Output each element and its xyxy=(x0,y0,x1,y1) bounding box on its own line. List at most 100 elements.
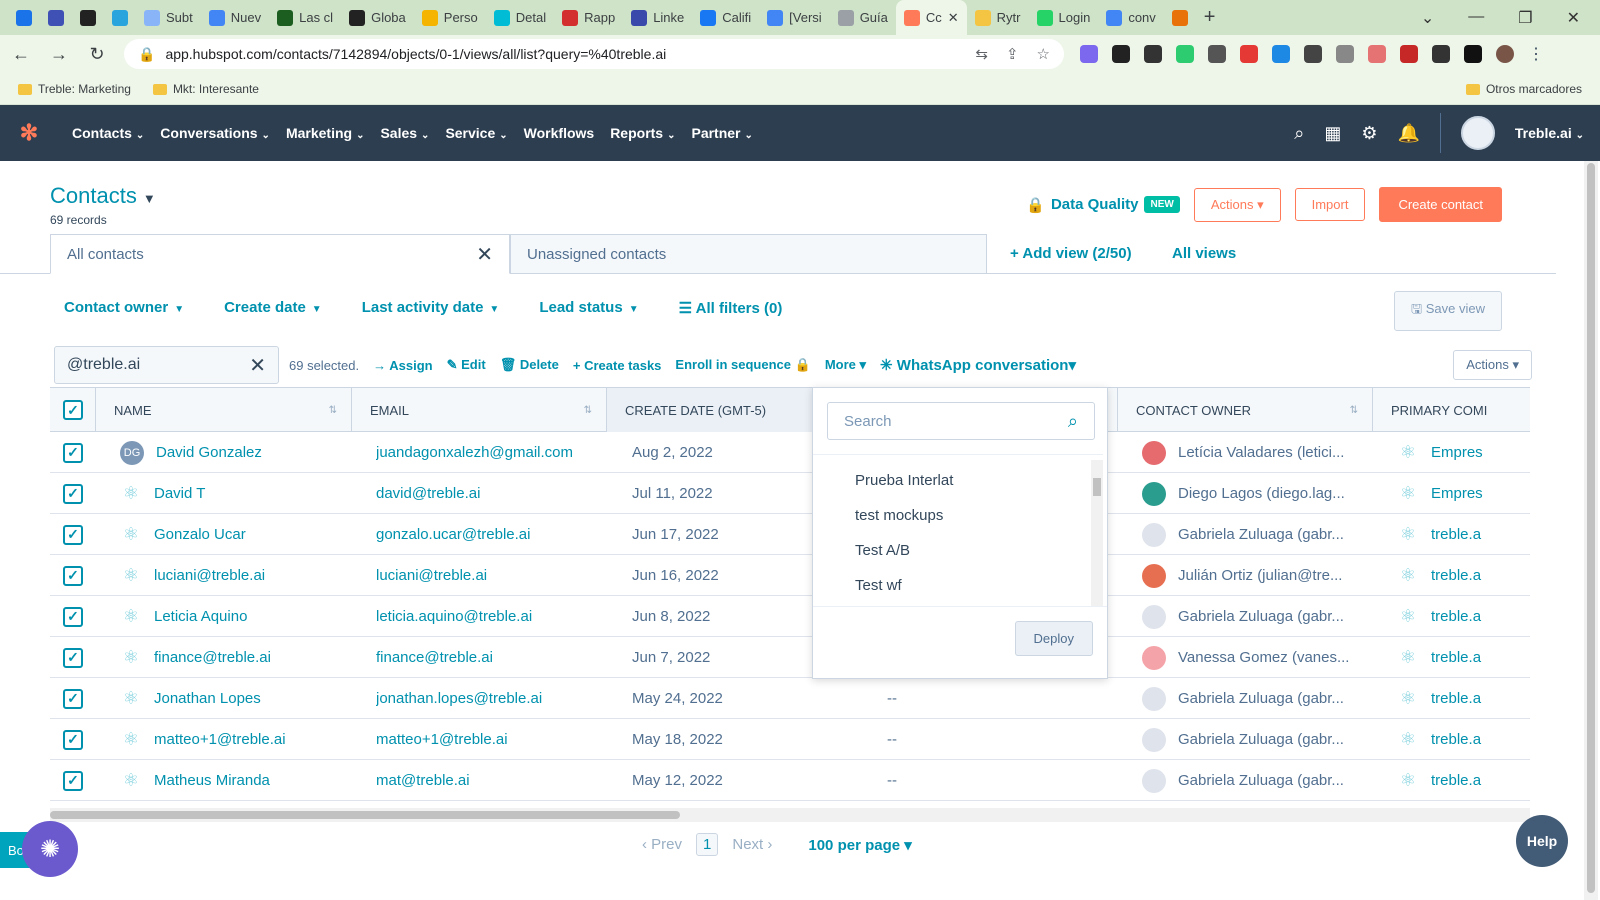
browser-tab[interactable]: Nuev xyxy=(201,0,269,35)
contact-name-link[interactable]: Jonathan Lopes xyxy=(154,690,261,707)
contact-name-link[interactable]: matteo+1@treble.ai xyxy=(154,731,286,748)
sort-icon[interactable]: ⇅ xyxy=(1350,405,1358,416)
add-view-button[interactable]: + Add view (2/50) xyxy=(1010,245,1132,262)
import-button[interactable]: Import xyxy=(1294,188,1366,221)
page-title[interactable]: Contacts ▼ xyxy=(50,183,156,209)
browser-tab[interactable] xyxy=(1164,0,1196,35)
contact-name-link[interactable]: finance@treble.ai xyxy=(154,649,271,666)
forward-icon[interactable]: → xyxy=(48,44,70,65)
row-checkbox[interactable]: ✓ xyxy=(63,688,83,709)
actions-dropdown-button[interactable]: Actions ▾ xyxy=(1193,187,1281,222)
email-link[interactable]: david@treble.ai xyxy=(376,485,480,502)
conversation-option[interactable]: test mockups xyxy=(813,498,1103,533)
close-tab-icon[interactable]: ✕ xyxy=(948,10,959,26)
share-icon[interactable]: ⇪ xyxy=(1006,45,1019,63)
table-row[interactable]: ✓ ⚛ Leticia Aquino leticia.aquino@treble.ai… xyxy=(50,596,1530,637)
row-checkbox[interactable]: ✓ xyxy=(63,483,83,504)
nav-workflows[interactable]: Workflows xyxy=(516,125,603,141)
back-icon[interactable]: ← xyxy=(10,44,32,65)
browser-tab[interactable]: Califi xyxy=(692,0,759,35)
enroll-sequence-button[interactable]: Enroll in sequence 🔒 xyxy=(675,357,810,373)
minimize-icon[interactable]: — xyxy=(1468,8,1484,28)
extension-icon[interactable] xyxy=(1368,45,1386,63)
bookmark-folder[interactable]: Mkt: Interesante xyxy=(152,82,259,96)
nav-marketing[interactable]: Marketing ⌄ xyxy=(278,125,373,141)
contact-name-link[interactable]: David Gonzalez xyxy=(156,444,262,461)
email-link[interactable]: luciani@treble.ai xyxy=(376,567,487,584)
extension-icon[interactable] xyxy=(1208,45,1226,63)
browser-tab[interactable]: Rapp xyxy=(554,0,623,35)
nav-partner[interactable]: Partner ⌄ xyxy=(683,125,760,141)
user-avatar[interactable] xyxy=(1460,116,1495,150)
delete-button[interactable]: 🗑 Delete xyxy=(500,357,559,373)
hubspot-logo-icon[interactable]: ✻ xyxy=(16,120,42,146)
browser-tab[interactable] xyxy=(104,0,136,35)
email-link[interactable]: matteo+1@treble.ai xyxy=(376,731,508,748)
column-header-email[interactable]: EMAIL ⇅ xyxy=(352,388,607,432)
table-row[interactable]: ✓ ⚛ luciani@treble.ai luciani@treble.ai Jun … xyxy=(50,555,1530,596)
contact-name-link[interactable]: Gonzalo Ucar xyxy=(154,526,246,543)
save-view-button[interactable]: 🖫 Save view xyxy=(1394,291,1502,331)
help-button[interactable]: Help xyxy=(1516,815,1568,867)
header-select-all[interactable]: ✓ xyxy=(50,388,96,432)
filter-lead-status[interactable]: Lead status ▼ xyxy=(539,299,638,317)
company-link[interactable]: treble.a xyxy=(1431,567,1481,584)
extension-icon[interactable] xyxy=(1304,45,1322,63)
chat-widget-button[interactable]: ✺ xyxy=(22,821,78,877)
table-search-input[interactable]: @treble.ai ✕ xyxy=(54,346,279,384)
browser-tab[interactable]: Subt xyxy=(136,0,201,35)
nav-service[interactable]: Service ⌄ xyxy=(437,125,515,141)
filter-last-activity-date[interactable]: Last activity date ▼ xyxy=(362,299,500,317)
nav-sales[interactable]: Sales ⌄ xyxy=(372,125,437,141)
close-window-icon[interactable]: ✕ xyxy=(1567,8,1580,28)
close-icon[interactable]: ✕ xyxy=(476,242,493,267)
reload-icon[interactable]: ↻ xyxy=(86,44,108,65)
other-bookmarks[interactable]: Otros marcadores xyxy=(1465,82,1582,96)
edit-button[interactable]: ✎ Edit xyxy=(447,357,486,373)
data-quality-link[interactable]: 🔒 Data Quality NEW xyxy=(1026,196,1180,214)
create-tasks-button[interactable]: + Create tasks xyxy=(573,358,662,373)
company-link[interactable]: Empres xyxy=(1431,444,1483,461)
browser-tab[interactable]: Globa xyxy=(341,0,414,35)
browser-tab[interactable] xyxy=(40,0,72,35)
table-row[interactable]: ✓ ⚛ Gonzalo Ucar gonzalo.ucar@treble.ai Jun … xyxy=(50,514,1530,555)
select-all-checkbox[interactable]: ✓ xyxy=(63,400,83,420)
table-horizontal-scrollbar[interactable] xyxy=(50,808,1530,822)
conversation-option[interactable]: Test wf xyxy=(813,568,1103,603)
browser-tab[interactable]: [Versi xyxy=(759,0,830,35)
browser-tab[interactable]: conv xyxy=(1098,0,1163,35)
browser-tab[interactable]: Perso xyxy=(414,0,486,35)
extension-icon[interactable] xyxy=(1336,45,1354,63)
deploy-button[interactable]: Deploy xyxy=(1014,621,1093,656)
table-row[interactable]: ✓ ⚛ David T david@treble.ai Jul 11, 2022 Dieg… xyxy=(50,473,1530,514)
marketplace-icon[interactable]: ▦ xyxy=(1324,123,1341,144)
view-tab-unassigned[interactable]: Unassigned contacts xyxy=(510,234,987,274)
account-menu[interactable]: Treble.ai ⌄ xyxy=(1515,125,1584,141)
create-contact-button[interactable]: Create contact xyxy=(1379,187,1502,222)
bookmark-star-icon[interactable]: ☆ xyxy=(1037,45,1050,63)
filter-contact-owner[interactable]: Contact owner ▼ xyxy=(64,299,184,317)
row-checkbox[interactable]: ✓ xyxy=(63,647,83,668)
browser-tab[interactable]: Detal xyxy=(486,0,554,35)
table-row[interactable]: ✓ ⚛ finance@treble.ai finance@treble.ai Jun … xyxy=(50,637,1530,678)
translate-icon[interactable]: ⇆ xyxy=(975,45,988,63)
email-link[interactable]: jonathan.lopes@treble.ai xyxy=(376,690,542,707)
extension-icon[interactable] xyxy=(1144,45,1162,63)
contact-name-link[interactable]: luciani@treble.ai xyxy=(154,567,265,584)
all-views-link[interactable]: All views xyxy=(1172,245,1236,262)
browser-tab[interactable]: Login xyxy=(1029,0,1099,35)
table-row[interactable]: ✓ ⚛ Matheus Miranda mat@treble.ai May 12, 20… xyxy=(50,760,1530,801)
company-link[interactable]: treble.a xyxy=(1431,526,1481,543)
table-row[interactable]: ✓ DG David Gonzalez juandagonxalezh@gmail.c… xyxy=(50,432,1530,473)
notifications-bell-icon[interactable]: 🔔 xyxy=(1397,123,1419,144)
table-row[interactable]: ✓ ⚛ matteo+1@treble.ai matteo+1@treble.ai Ma… xyxy=(50,719,1530,760)
extension-icon[interactable] xyxy=(1240,45,1258,63)
table-actions-button[interactable]: Actions ▾ xyxy=(1453,350,1532,380)
column-header-contact-owner[interactable]: CONTACT OWNER ⇅ xyxy=(1118,388,1373,432)
browser-tab-active[interactable]: Cc ✕ xyxy=(895,0,967,35)
scrollbar-thumb[interactable] xyxy=(1093,478,1101,496)
extension-icon[interactable] xyxy=(1176,45,1194,63)
scrollbar-thumb[interactable] xyxy=(1587,163,1595,893)
next-page-button[interactable]: Next › xyxy=(732,836,772,853)
nav-reports[interactable]: Reports ⌄ xyxy=(602,125,683,141)
